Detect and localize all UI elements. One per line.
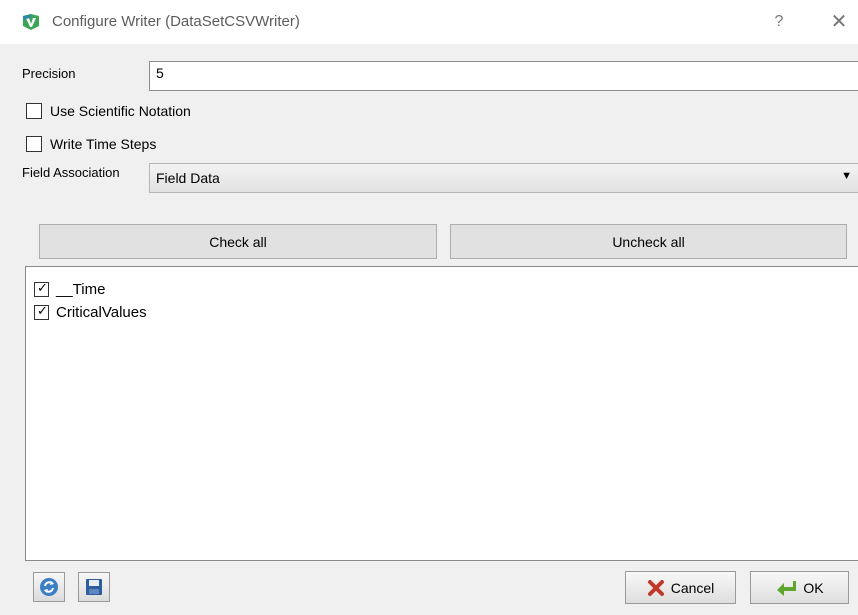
save-icon	[86, 579, 102, 595]
field-association-label: Field Association	[22, 165, 120, 180]
checkmark-icon: ✓	[37, 302, 48, 318]
precision-label: Precision	[22, 66, 76, 81]
cancel-icon	[647, 579, 664, 596]
array-checkbox[interactable]: ✓	[34, 279, 49, 297]
write-time-steps-checkbox[interactable]	[26, 136, 42, 152]
close-button[interactable]: ✕	[826, 10, 852, 34]
write-time-steps-row[interactable]: Write Time Steps	[26, 134, 156, 154]
reset-button[interactable]	[33, 572, 65, 602]
scientific-notation-checkbox[interactable]	[26, 103, 42, 119]
title-bar: Configure Writer (DataSetCSVWriter) ? ✕	[0, 0, 858, 44]
uncheck-all-button[interactable]: Uncheck all	[450, 224, 847, 259]
dialog-body: Precision 5 Use Scientific Notation Writ…	[0, 44, 858, 615]
save-button[interactable]	[78, 572, 110, 602]
help-button[interactable]: ?	[767, 10, 791, 34]
array-list[interactable]: ✓ __Time ✓ CriticalValues	[25, 266, 858, 561]
precision-input[interactable]: 5	[149, 61, 858, 91]
cancel-button[interactable]: Cancel	[625, 571, 736, 604]
cancel-label: Cancel	[670, 579, 715, 596]
array-checkbox[interactable]: ✓	[34, 302, 49, 320]
refresh-icon	[40, 578, 58, 596]
chevron-down-icon: ▼	[841, 170, 852, 182]
scientific-notation-row[interactable]: Use Scientific Notation	[26, 101, 191, 121]
paraview-icon	[23, 14, 39, 30]
checkmark-icon: ✓	[37, 279, 48, 295]
check-all-button[interactable]: Check all	[39, 224, 437, 259]
window-title: Configure Writer (DataSetCSVWriter)	[52, 13, 300, 30]
ok-arrow-icon	[777, 580, 797, 596]
array-label: __Time	[56, 280, 106, 298]
write-time-steps-label: Write Time Steps	[50, 136, 157, 152]
list-item[interactable]: ✓ CriticalValues	[34, 302, 147, 322]
ok-button[interactable]: OK	[750, 571, 849, 604]
field-association-select[interactable]: Field Data ▼	[149, 163, 858, 193]
field-association-value: Field Data	[156, 170, 220, 186]
scientific-notation-label: Use Scientific Notation	[50, 103, 191, 119]
array-label: CriticalValues	[56, 303, 147, 321]
ok-label: OK	[803, 579, 824, 596]
list-item[interactable]: ✓ __Time	[34, 279, 105, 299]
